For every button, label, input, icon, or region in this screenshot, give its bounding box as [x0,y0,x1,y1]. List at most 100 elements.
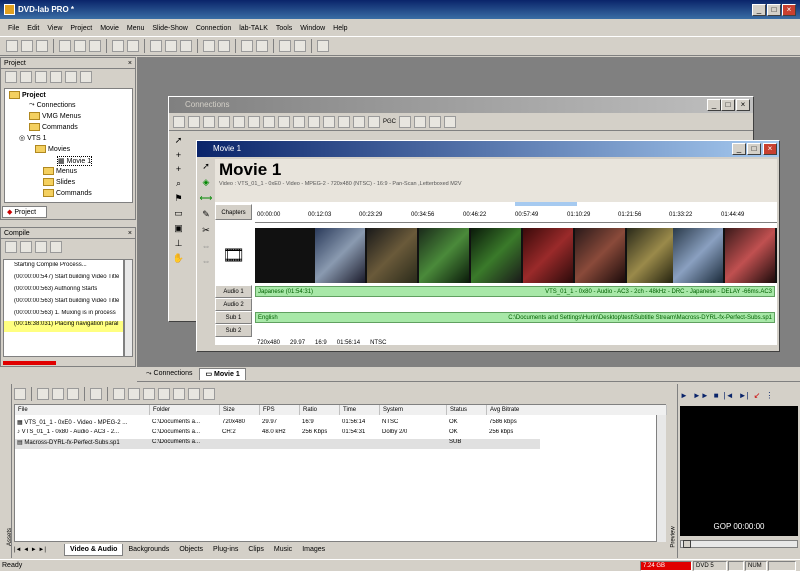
plus-icon[interactable]: + [176,150,181,160]
zoom-out-icon[interactable] [294,40,306,52]
column-header-file[interactable]: File [15,405,150,415]
fast-forward-icon[interactable]: ►► [693,391,709,400]
tree-item-project[interactable]: Project [9,91,46,99]
column-header-system[interactable]: System [380,405,447,415]
compile-find-icon[interactable] [35,240,47,253]
sub1-track[interactable]: English C:\Documents and Settings\Hurin\… [255,312,775,323]
block-icon[interactable] [338,115,350,128]
tab-movie1[interactable]: ▭ Movie 1 [199,368,246,380]
table-row[interactable]: ♪ VTS_01_1 - 0x80 - Audio - AC3 - 2... C… [15,429,540,439]
preview-slider-thumb[interactable] [683,540,691,548]
select-icon[interactable]: ▭ [174,208,183,219]
info-icon[interactable] [444,115,457,128]
open-icon[interactable] [21,40,33,52]
tab-objects[interactable]: Objects [174,544,208,556]
minimize-button[interactable]: _ [752,4,766,16]
tool-icon[interactable] [218,40,230,52]
pencil-icon[interactable]: ✎ [202,209,210,220]
video-track[interactable] [255,228,777,283]
movie-close-button[interactable]: × [763,143,777,155]
compile-report-icon[interactable] [50,240,62,253]
add-connection-icon[interactable] [65,70,77,83]
fit-icon[interactable]: ⟷ [200,193,213,204]
plus-icon[interactable]: + [176,164,181,174]
tool-icon[interactable] [113,388,125,400]
palette-icon[interactable] [429,115,442,128]
menu-help[interactable]: Help [329,25,351,32]
block-icon[interactable] [353,115,365,128]
add-vts-icon[interactable] [50,70,62,83]
compile-icon[interactable] [150,40,162,52]
pointer-icon[interactable]: ➚ [175,135,183,146]
tree-item-menus[interactable]: Menus [43,167,77,175]
menu-project[interactable]: Project [66,25,96,32]
play-icon[interactable]: ► [680,391,688,400]
list-icon[interactable] [203,115,215,128]
tab-scroll-arrows[interactable]: |◄ ◄ ► ►| [14,547,64,553]
remove-link-icon[interactable] [308,115,320,128]
column-header-time[interactable]: Time [340,405,380,415]
sort-icon[interactable] [90,388,102,400]
stop-icon[interactable]: ■ [714,391,719,400]
tree-icon[interactable] [293,115,305,128]
pointer-icon[interactable]: ➚ [202,161,210,172]
arrange-icon[interactable] [263,115,275,128]
unlink-icon[interactable] [67,388,79,400]
tool-icon[interactable] [143,388,155,400]
step-forward-icon[interactable]: ►| [739,391,749,400]
column-header-ratio[interactable]: Ratio [300,405,340,415]
tab-backgrounds[interactable]: Backgrounds [123,544,174,556]
arrange-icon[interactable] [278,115,290,128]
align-icon[interactable]: ⊥ [175,238,183,249]
tree-item-commands[interactable]: Commands [29,123,78,131]
panel-close-icon[interactable]: × [128,58,132,69]
assets-scrollbar[interactable] [656,415,666,542]
disc-type-indicator[interactable]: DVD 5 [693,561,727,571]
tree-item-movie1[interactable]: ▦ Movie 1 [57,156,93,166]
mark-icon[interactable]: ↙ [754,391,761,400]
zoom-in-icon[interactable] [279,40,291,52]
new-icon[interactable] [6,40,18,52]
audio1-track[interactable]: Japanese (01:54:31) VTS_01_1 - 0x80 - Au… [255,286,775,297]
tree-item-slides[interactable]: Slides [43,178,75,186]
arrows-icon[interactable]: ⇔ [202,256,211,266]
settings-icon[interactable]: ⋮ [765,391,773,400]
movie-minimize-button[interactable]: _ [732,143,746,155]
column-header-bitrate[interactable]: Avg Bitrate [487,405,667,415]
close-button[interactable]: × [782,4,796,16]
undo-icon[interactable] [112,40,124,52]
redo-icon[interactable] [127,40,139,52]
menu-tools[interactable]: Tools [272,25,296,32]
add-menu-icon[interactable] [20,70,32,83]
add-chapter-icon[interactable]: ◈ [203,177,210,188]
burn-icon[interactable] [165,40,177,52]
menu-edit[interactable]: Edit [23,25,43,32]
connections-minimize-button[interactable]: _ [707,99,721,111]
preview-slider[interactable] [680,540,798,548]
compile-stop-icon[interactable] [20,240,32,253]
tab-music[interactable]: Music [269,544,297,556]
panel-close-icon[interactable]: × [128,228,132,239]
remove-asset-icon[interactable] [52,388,64,400]
hand-icon[interactable]: ✋ [173,253,184,264]
compile-run-icon[interactable] [5,240,17,253]
arrange-icon[interactable] [248,115,260,128]
add-movie-icon[interactable] [5,70,17,83]
view-icon[interactable] [14,388,26,400]
menu-window[interactable]: Window [296,25,329,32]
pgc-label[interactable]: PGC [383,119,396,125]
menu-connection[interactable]: Connection [192,25,235,32]
tab-project[interactable]: ◆ Project [2,206,47,218]
tree-item-vts[interactable]: ◎ VTS 1 [19,134,47,143]
tab-video-audio[interactable]: Video & Audio [64,543,124,556]
copy-icon[interactable] [59,40,71,52]
arrows-icon[interactable]: ⇔ [202,241,211,251]
connections-maximize-button[interactable]: □ [721,99,735,111]
menu-menu[interactable]: Menu [123,25,149,32]
menu-file[interactable]: File [4,25,23,32]
paste-icon[interactable] [74,40,86,52]
layout-icon[interactable] [218,115,230,128]
menu-movie[interactable]: Movie [96,25,123,32]
layout-icon[interactable] [233,115,245,128]
wand-icon[interactable] [203,40,215,52]
